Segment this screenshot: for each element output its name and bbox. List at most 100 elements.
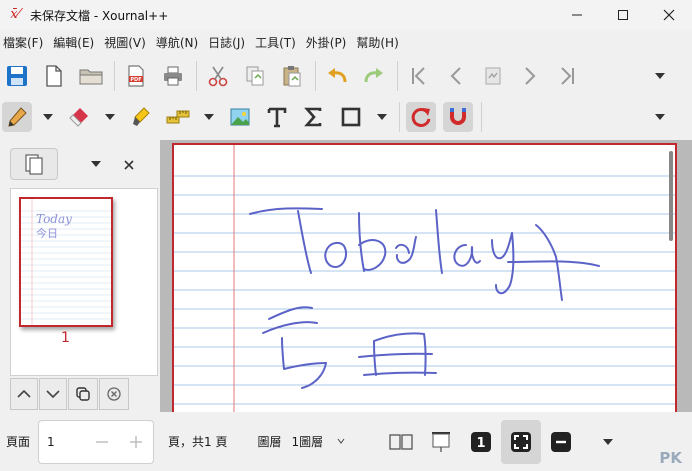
- minus-icon: [96, 440, 109, 443]
- xournal-icon: x̄⁄: [10, 7, 20, 22]
- page[interactable]: [172, 143, 677, 412]
- undo-icon: [328, 68, 347, 83]
- ruler-icon: [166, 110, 190, 124]
- pen-tool-button[interactable]: [2, 102, 32, 132]
- pen-options-dropdown[interactable]: [39, 102, 57, 132]
- statusbar-overflow-button[interactable]: [593, 427, 623, 457]
- shape-icon: [341, 107, 361, 127]
- sidebar-header: [10, 146, 158, 182]
- text-tool-button[interactable]: [262, 102, 292, 132]
- last-page-icon: [561, 67, 574, 85]
- move-page-down-button[interactable]: [39, 378, 67, 410]
- copy-icon: [246, 66, 264, 86]
- rotation-snap-toggle[interactable]: [406, 102, 436, 132]
- vertical-scrollbar[interactable]: [669, 151, 673, 241]
- menu-navigation[interactable]: 導航(N): [151, 30, 203, 56]
- presentation-icon: [432, 431, 451, 452]
- toolbar-separator: [315, 61, 316, 91]
- page-number-input[interactable]: 1: [39, 435, 85, 449]
- duplicate-page-button[interactable]: [68, 378, 98, 410]
- menu-bar: 檔案(F) 編輯(E) 視圖(V) 導航(N) 日誌(J) 工具(T) 外掛(P…: [0, 30, 692, 56]
- delete-icon: [107, 387, 121, 401]
- cut-button[interactable]: [203, 61, 233, 91]
- grid-snap-icon: [450, 108, 466, 125]
- minimize-button[interactable]: [554, 0, 600, 30]
- move-page-up-button[interactable]: [10, 378, 38, 410]
- chevron-down-icon: [655, 73, 665, 79]
- next-page-button[interactable]: [515, 61, 545, 91]
- math-tex-tool-button[interactable]: [299, 102, 329, 132]
- pair-pages-button[interactable]: [381, 420, 421, 464]
- maximize-button[interactable]: [600, 0, 646, 30]
- menu-view[interactable]: 視圖(V): [99, 30, 151, 56]
- new-document-button[interactable]: [39, 61, 69, 91]
- paste-button[interactable]: [277, 61, 307, 91]
- zoom-100-button[interactable]: 1: [461, 420, 501, 464]
- print-button[interactable]: [158, 61, 188, 91]
- sidebar-close-button[interactable]: [124, 155, 134, 174]
- first-page-button[interactable]: [404, 61, 434, 91]
- menu-tools[interactable]: 工具(T): [250, 30, 301, 56]
- layer-dropdown[interactable]: [337, 436, 345, 447]
- presentation-mode-button[interactable]: [421, 420, 461, 464]
- thumbnail-handwriting-line1: Today: [36, 212, 72, 226]
- open-folder-icon: [79, 69, 103, 85]
- redo-button[interactable]: [359, 61, 389, 91]
- chevron-down-icon: [204, 114, 214, 120]
- save-button[interactable]: [2, 61, 32, 91]
- page-decrement-button[interactable]: [85, 420, 119, 464]
- document-canvas[interactable]: [160, 140, 692, 412]
- menu-edit[interactable]: 編輯(E): [48, 30, 99, 56]
- new-document-icon: [46, 65, 62, 87]
- chevron-down-icon: [46, 390, 60, 399]
- zoom-fit-button[interactable]: [501, 419, 542, 464]
- tools-toolbar: [0, 97, 692, 137]
- chevron-down-icon: [655, 114, 665, 120]
- toolbar-overflow-button[interactable]: [645, 102, 675, 132]
- toolbar-separator: [114, 61, 115, 91]
- eraser-icon: [69, 108, 88, 127]
- shape-tool-button[interactable]: [336, 102, 366, 132]
- page-thumbnail[interactable]: Today 今日: [19, 197, 113, 327]
- zoom-fit-icon: [511, 431, 532, 452]
- page-preview-tab[interactable]: [10, 148, 58, 180]
- undo-button[interactable]: [322, 61, 352, 91]
- layer-select[interactable]: 1圖層: [291, 433, 323, 450]
- goto-page-icon: [485, 67, 501, 85]
- highlighter-tool-button[interactable]: [126, 102, 156, 132]
- previous-page-button[interactable]: [441, 61, 471, 91]
- grid-snap-toggle[interactable]: [443, 102, 473, 132]
- copy-button[interactable]: [240, 61, 270, 91]
- shape-options-dropdown[interactable]: [373, 102, 391, 132]
- eraser-tool-button[interactable]: [64, 102, 94, 132]
- menu-plugins[interactable]: 外掛(P): [301, 30, 352, 56]
- close-button[interactable]: [646, 0, 692, 30]
- print-icon: [164, 66, 182, 86]
- page-label: 頁面: [6, 435, 31, 449]
- zoom-out-button[interactable]: [541, 420, 581, 464]
- menu-file[interactable]: 檔案(F): [0, 30, 48, 56]
- page-increment-button[interactable]: [119, 420, 153, 464]
- previous-page-icon: [450, 67, 461, 85]
- eraser-options-dropdown[interactable]: [101, 102, 119, 132]
- page-number-spinner[interactable]: 1: [38, 419, 155, 464]
- sidebar-mode-dropdown[interactable]: [90, 157, 102, 171]
- menu-journal[interactable]: 日誌(J): [203, 30, 250, 56]
- next-page-icon: [525, 67, 536, 85]
- menu-help[interactable]: 幫助(H): [351, 30, 403, 56]
- thumbnail-handwriting-line2: 今日: [36, 226, 58, 240]
- zoom-100-number: 1: [477, 436, 486, 451]
- goto-page-button[interactable]: [478, 61, 508, 91]
- two-pages-icon: [389, 433, 413, 450]
- ruler-options-dropdown[interactable]: [200, 102, 218, 132]
- close-icon: [663, 9, 675, 21]
- redo-icon: [364, 68, 383, 83]
- delete-page-button[interactable]: [99, 378, 129, 410]
- last-page-button[interactable]: [552, 61, 582, 91]
- ruler-tool-button[interactable]: [163, 102, 193, 132]
- toolbar-overflow-button[interactable]: [645, 61, 675, 91]
- export-pdf-button[interactable]: PDF: [121, 61, 151, 91]
- image-tool-button[interactable]: [225, 102, 255, 132]
- maximize-icon: [618, 10, 628, 20]
- open-button[interactable]: [76, 61, 106, 91]
